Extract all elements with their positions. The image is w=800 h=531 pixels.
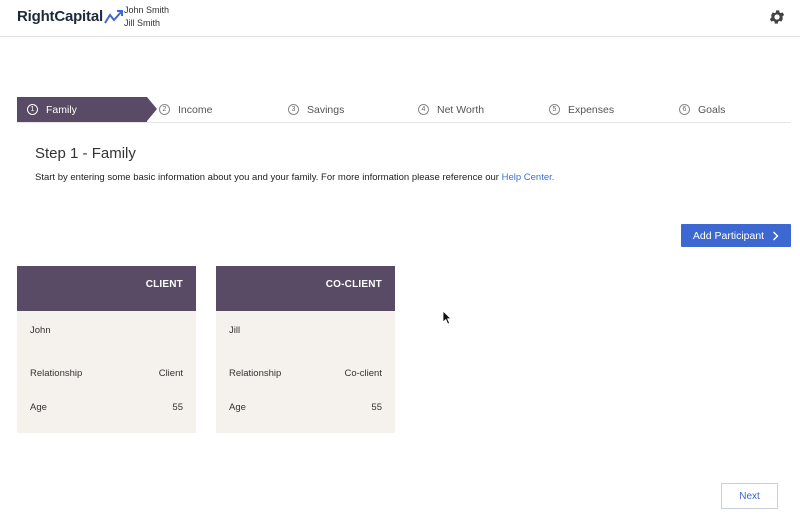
progress-stepper: 1 Family 2 Income 3 Savings 4 Net Worth … [17,97,791,123]
age-row: Age 55 [229,402,382,413]
participant-name: Jill [229,325,241,336]
step-label: Family [46,103,77,116]
step-savings[interactable]: 3 Savings [288,97,344,122]
relationship-value: Co-client [344,368,383,379]
add-participant-button[interactable]: Add Participant [681,224,791,247]
page-title: Step 1 - Family [35,145,136,162]
step-label: Goals [698,103,726,116]
step-label: Expenses [568,103,615,116]
step-number: 4 [418,104,429,115]
step-label: Savings [307,103,345,116]
step-number: 2 [159,104,170,115]
client-card[interactable]: CLIENT John Relationship Client Age 55 [17,266,196,433]
step-label: Net Worth [437,103,485,116]
relationship-value: Client [158,368,183,379]
logo-text: RightCapital [17,8,103,25]
relationship-row: Relationship Client [30,368,183,379]
add-participant-label: Add Participant [692,229,765,242]
age-label: Age [229,402,246,413]
help-center-link[interactable]: Help Center. [502,172,555,183]
relationship-label: Relationship [30,368,83,379]
app-header: RightCapital John Smith Jill Smith [0,0,800,37]
step-number: 5 [549,104,560,115]
step-number: 6 [679,104,690,115]
household-names: John Smith Jill Smith [124,4,169,30]
gear-icon[interactable] [768,8,786,26]
relationship-label: Relationship [229,368,282,379]
user-name-2: Jill Smith [124,18,161,28]
step-label: Income [178,103,213,116]
age-value: 55 [371,402,382,413]
mouse-cursor-icon [442,310,452,325]
user-name-1: John Smith [124,5,170,15]
step-goals[interactable]: 6 Goals [679,97,725,122]
age-label: Age [30,402,47,413]
intro-text: Start by entering some basic information… [35,172,554,183]
chevron-right-icon [773,231,779,240]
step-number: 3 [288,104,299,115]
next-button[interactable]: Next [721,483,778,509]
participant-name: John [30,325,51,336]
step-net-worth[interactable]: 4 Net Worth [418,97,484,122]
step-family[interactable]: 1 Family [17,97,157,122]
relationship-row: Relationship Co-client [229,368,382,379]
step-income[interactable]: 2 Income [159,97,212,122]
intro-sentence: Start by entering some basic information… [35,172,502,183]
logo-arrow-icon [104,9,123,24]
step-expenses[interactable]: 5 Expenses [549,97,614,122]
age-row: Age 55 [30,402,183,413]
rightcapital-logo[interactable]: RightCapital [17,8,124,25]
card-header: CLIENT [17,266,196,311]
age-value: 55 [172,402,183,413]
step-number: 1 [27,104,38,115]
co-client-card[interactable]: CO-CLIENT Jill Relationship Co-client Ag… [216,266,395,433]
card-header: CO-CLIENT [216,266,395,311]
